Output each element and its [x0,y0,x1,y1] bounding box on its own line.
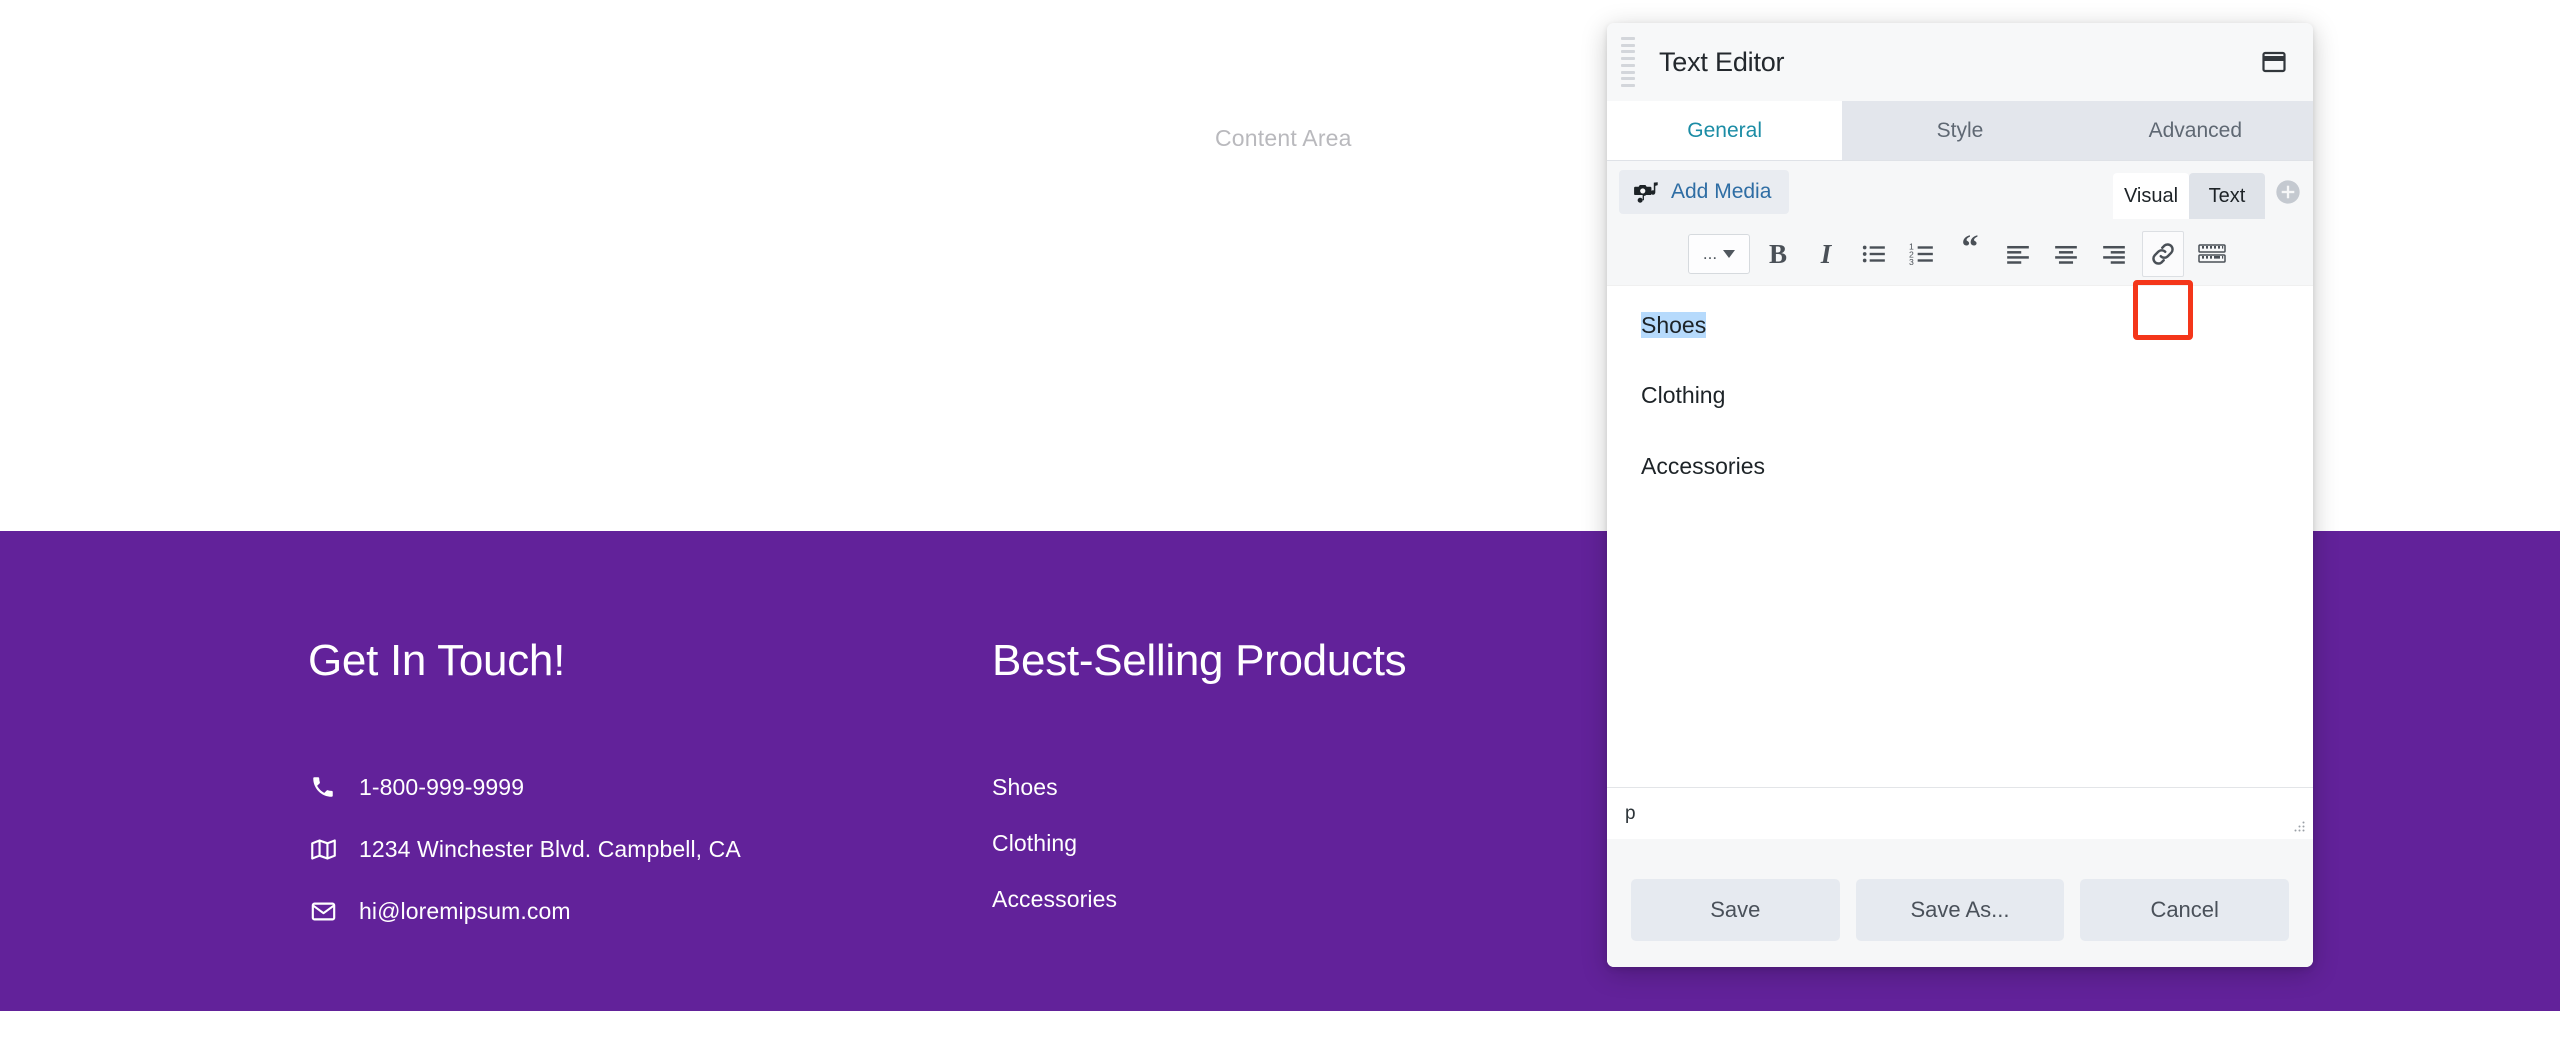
selected-text: Shoes [1641,312,1706,338]
contact-item-address[interactable]: 1234 Winchester Blvd. Campbell, CA [308,818,741,880]
list-item[interactable]: Clothing [992,815,1117,871]
numbered-list-button[interactable]: 1 2 3 [1902,234,1942,274]
italic-button[interactable]: I [1806,234,1846,274]
envelope-icon [308,896,338,926]
contact-address-text: 1234 Winchester Blvd. Campbell, CA [359,836,741,863]
chevron-down-icon [1723,250,1735,258]
footer-heading-products: Best-Selling Products [992,639,1406,683]
align-right-button[interactable] [2094,234,2134,274]
product-list: Shoes Clothing Accessories [992,759,1117,927]
contact-phone-text: 1-800-999-9999 [359,774,524,801]
element-path: p [1625,803,1636,825]
editor-paragraph-3[interactable]: Accessories [1641,453,2279,479]
dialog-header-actions [2257,45,2291,79]
text-editor-dialog: Text Editor General Style Advanced [1607,23,2313,967]
save-button[interactable]: Save [1631,879,1840,941]
footer-heading-contact: Get In Touch! [308,639,565,683]
tab-style[interactable]: Style [1842,101,2077,160]
bulleted-list-button[interactable] [1854,234,1894,274]
editor-status-bar: p [1607,787,2313,839]
window-icon[interactable] [2257,45,2291,79]
dialog-tabs: General Style Advanced [1607,101,2313,161]
editor-paragraph-1[interactable]: Shoes [1641,312,2279,338]
align-left-button[interactable] [1998,234,2038,274]
resize-grip-icon[interactable] [2292,820,2306,834]
tab-text[interactable]: Text [2189,173,2265,219]
map-icon [308,834,338,864]
editor-mode-switch: Visual Text [2113,167,2265,219]
product-link-shoes[interactable]: Shoes [992,774,1058,801]
contact-item-phone[interactable]: 1-800-999-9999 [308,756,741,818]
contact-email-text: hi@loremipsum.com [359,898,571,925]
product-link-accessories[interactable]: Accessories [992,886,1117,913]
camera-music-icon [1633,179,1659,205]
media-row: Add Media Visual Text [1607,161,2313,223]
editor-paragraph-2[interactable]: Clothing [1641,382,2279,408]
content-area-label: Content Area [1215,125,1352,152]
tab-advanced[interactable]: Advanced [2078,101,2313,160]
editor-wrapper: Add Media Visual Text ... B I [1607,161,2313,839]
phone-icon [308,772,338,802]
svg-text:3: 3 [1909,257,1914,267]
insert-link-button[interactable] [2142,231,2184,277]
drag-handle-icon[interactable] [1619,34,1637,90]
dialog-footer: Save Save As... Cancel [1607,839,2313,967]
dialog-header: Text Editor [1607,23,2313,101]
save-as-button[interactable]: Save As... [1856,879,2065,941]
tab-general[interactable]: General [1607,101,1842,160]
product-link-clothing[interactable]: Clothing [992,830,1077,857]
contact-list: 1-800-999-9999 1234 Winchester Blvd. Cam… [308,756,741,942]
page-title: Text Editor [1659,47,1784,78]
cancel-button[interactable]: Cancel [2080,879,2289,941]
list-item[interactable]: Accessories [992,871,1117,927]
toolbar-toggle-button[interactable] [2192,234,2232,274]
editor-content-area[interactable]: Shoes Clothing Accessories [1607,285,2313,787]
add-media-label: Add Media [1671,180,1771,204]
plus-circle-icon[interactable] [2273,177,2303,207]
align-center-button[interactable] [2046,234,2086,274]
contact-item-email[interactable]: hi@loremipsum.com [308,880,741,942]
blockquote-button[interactable]: “ [1950,234,1990,274]
add-media-button[interactable]: Add Media [1619,170,1789,214]
format-toolbar: ... B I 1 2 3 “ [1607,223,2313,285]
bold-button[interactable]: B [1758,234,1798,274]
list-item[interactable]: Shoes [992,759,1117,815]
tab-visual[interactable]: Visual [2113,173,2189,219]
paragraph-format-select[interactable]: ... [1688,234,1750,274]
paragraph-format-label: ... [1703,244,1717,264]
